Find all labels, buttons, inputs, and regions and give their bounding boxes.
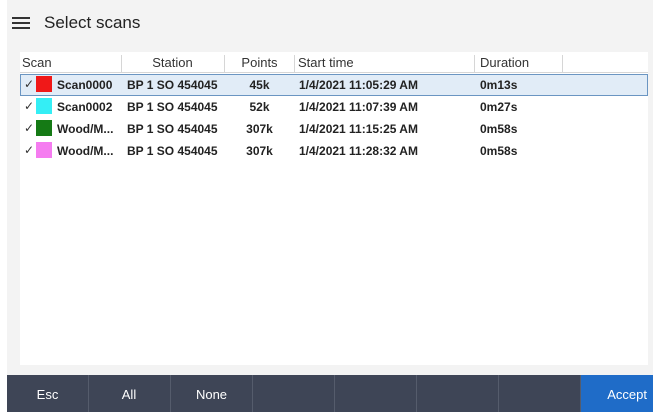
cell-start-time: 1/4/2021 11:07:39 AM	[299, 100, 418, 114]
check-icon[interactable]: ✓	[24, 77, 34, 91]
cell-station: BP 1 SO 454045	[127, 122, 218, 136]
esc-button-label: Esc	[36, 387, 59, 402]
select-all-button[interactable]: All	[89, 375, 171, 412]
cell-scan: Wood/M...	[57, 144, 114, 158]
column-header-points[interactable]: Points	[225, 55, 295, 72]
cell-points: 52k	[249, 100, 270, 114]
cell-duration: 0m27s	[480, 100, 518, 114]
cell-points: 307k	[246, 144, 273, 158]
cell-duration: 0m58s	[480, 144, 518, 158]
cell-scan: Scan0000	[57, 78, 113, 92]
table-row[interactable]: ✓ Wood/M... BP 1 SO 454045 307k 1/4/2021 11:…	[20, 140, 648, 162]
table-row[interactable]: ✓ Wood/M... BP 1 SO 454045 307k 1/4/2021 11:…	[20, 118, 648, 140]
toolbar-slot-empty	[335, 375, 417, 412]
scan-table: Scan Station Points Start time Duration …	[20, 52, 648, 365]
color-swatch	[36, 76, 52, 92]
cell-station: BP 1 SO 454045	[127, 144, 218, 158]
footer-toolbar: Esc All None Accept	[7, 375, 653, 412]
column-header-start-time[interactable]: Start time	[295, 55, 475, 72]
esc-button[interactable]: Esc	[7, 375, 89, 412]
toolbar-slot-empty	[499, 375, 581, 412]
check-icon[interactable]: ✓	[24, 99, 34, 113]
select-none-button[interactable]: None	[171, 375, 253, 412]
accept-button-label: Accept	[607, 387, 647, 402]
check-icon[interactable]: ✓	[24, 143, 34, 157]
cell-scan: Wood/M...	[57, 122, 114, 136]
cell-station: BP 1 SO 454045	[127, 78, 218, 92]
column-header-duration[interactable]: Duration	[476, 55, 563, 72]
select-none-label: None	[195, 387, 228, 402]
table-row[interactable]: ✓ Scan0000 BP 1 SO 454045 45k 1/4/2021 11:05…	[20, 74, 648, 96]
check-icon[interactable]: ✓	[24, 121, 34, 135]
table-header: Scan Station Points Start time Duration	[20, 52, 648, 73]
cell-start-time: 1/4/2021 11:15:25 AM	[299, 122, 418, 136]
table-body: ✓ Scan0000 BP 1 SO 454045 45k 1/4/2021 11:05…	[20, 74, 648, 162]
color-swatch	[36, 98, 52, 114]
cell-scan: Scan0002	[57, 100, 113, 114]
cell-points: 307k	[246, 122, 273, 136]
cell-duration: 0m58s	[480, 122, 518, 136]
cell-start-time: 1/4/2021 11:28:32 AM	[299, 144, 418, 158]
toolbar-slot-empty	[253, 375, 335, 412]
color-swatch	[36, 142, 52, 158]
accept-button[interactable]: Accept	[581, 375, 653, 412]
cell-station: BP 1 SO 454045	[127, 100, 218, 114]
cell-start-time: 1/4/2021 11:05:29 AM	[299, 78, 418, 92]
header: Select scans	[7, 0, 653, 48]
table-row[interactable]: ✓ Scan0002 BP 1 SO 454045 52k 1/4/2021 11:07…	[20, 96, 648, 118]
select-all-label: All	[121, 387, 137, 402]
cell-points: 45k	[249, 78, 270, 92]
hamburger-menu-icon[interactable]	[12, 13, 32, 33]
cell-duration: 0m13s	[480, 78, 518, 92]
select-scans-window: Select scans Scan Station Points Start t…	[7, 0, 653, 412]
column-header-station[interactable]: Station	[121, 55, 225, 72]
column-header-scan[interactable]: Scan	[22, 55, 122, 72]
color-swatch	[36, 120, 52, 136]
toolbar-slot-empty	[417, 375, 499, 412]
page-title: Select scans	[44, 13, 141, 32]
